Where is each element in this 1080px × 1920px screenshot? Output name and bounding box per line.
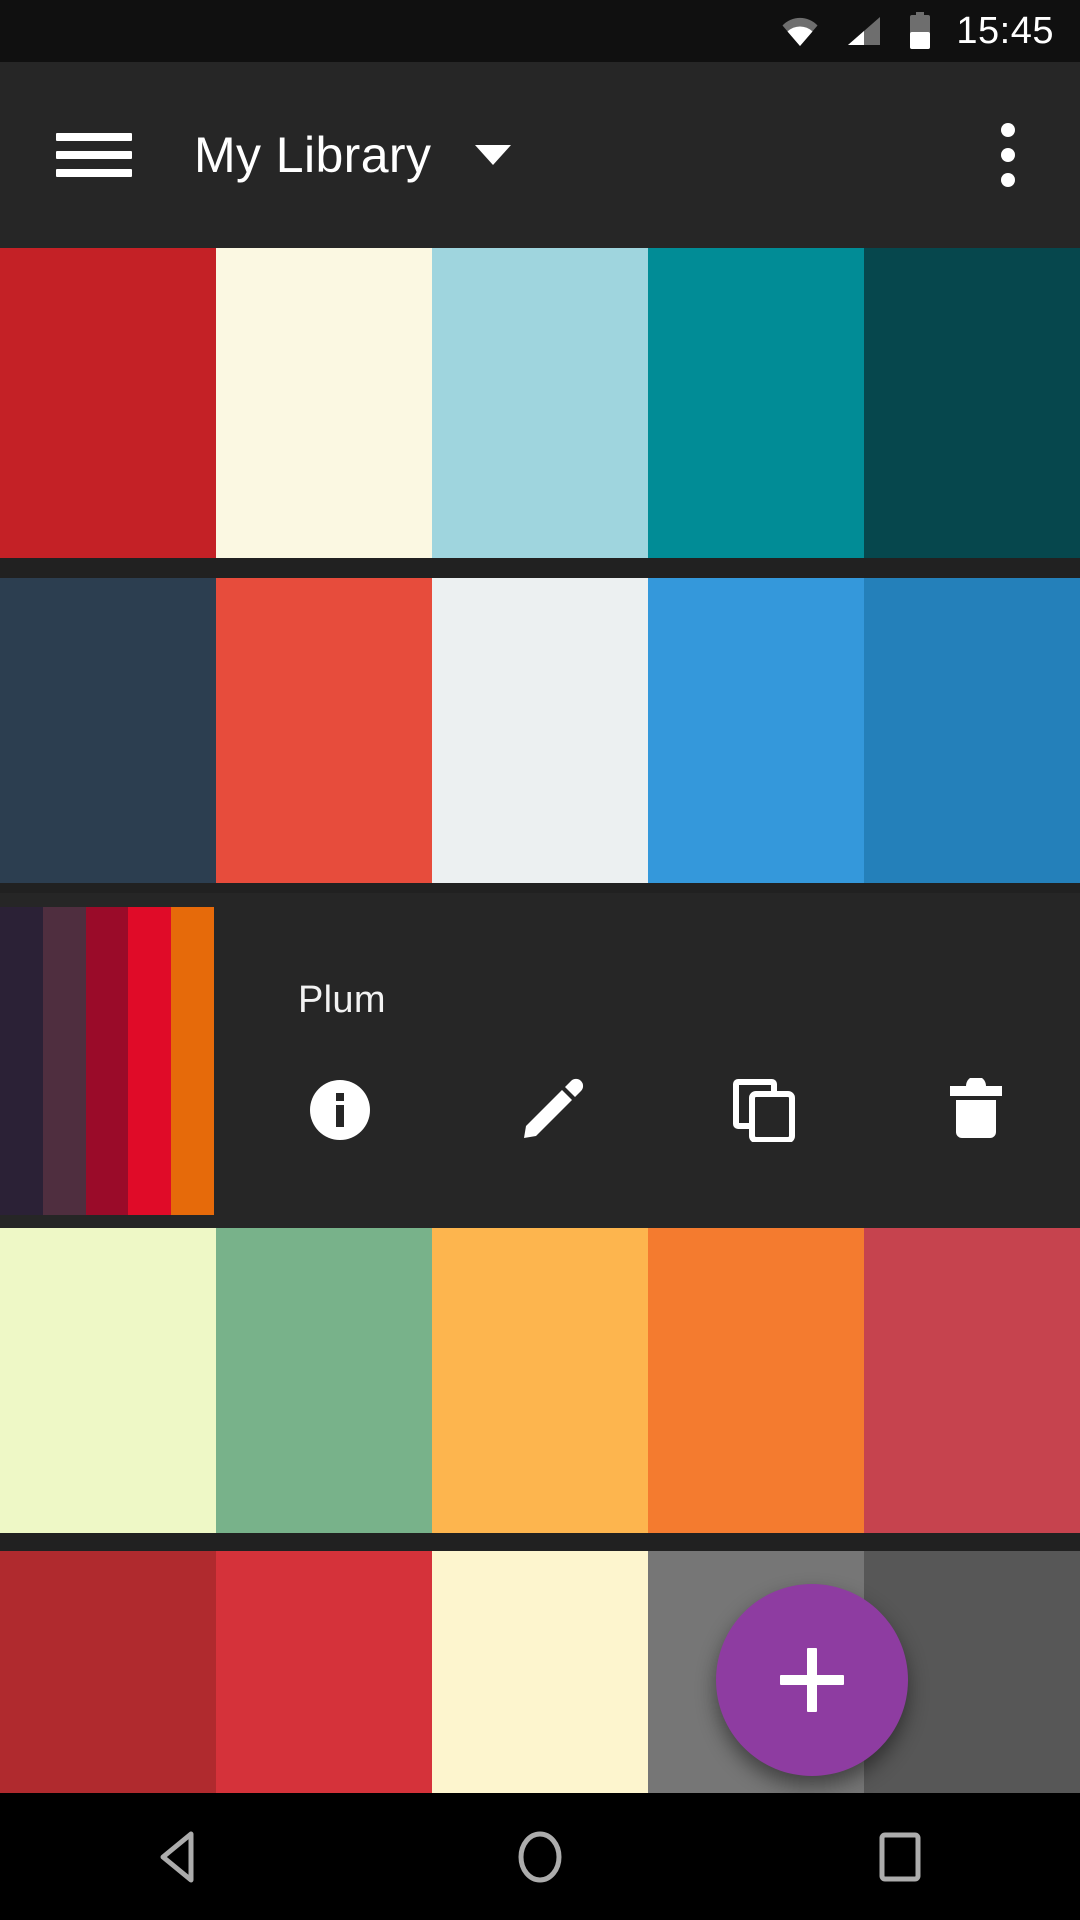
- battery-icon: [908, 12, 932, 50]
- palette-list: Plum: [0, 248, 1080, 1793]
- nav-back-button[interactable]: [110, 1793, 250, 1920]
- color-swatch[interactable]: [216, 1551, 432, 1793]
- palette-row-selected[interactable]: Plum: [0, 893, 1080, 1228]
- status-bar-icons: [780, 12, 932, 50]
- color-swatch[interactable]: [42, 906, 86, 1215]
- add-palette-fab[interactable]: [716, 1584, 908, 1776]
- palette-row[interactable]: [0, 1228, 1080, 1533]
- color-swatch[interactable]: [0, 1228, 216, 1533]
- delete-button[interactable]: [922, 1078, 1030, 1142]
- color-swatch[interactable]: [432, 1228, 648, 1533]
- color-swatch[interactable]: [0, 1551, 216, 1793]
- color-swatch[interactable]: [85, 906, 129, 1215]
- color-swatch[interactable]: [216, 248, 432, 558]
- color-swatch[interactable]: [216, 578, 432, 883]
- palette-details: Plum: [214, 893, 1080, 1228]
- nav-recents-button[interactable]: [830, 1793, 970, 1920]
- chevron-down-icon[interactable]: [475, 145, 512, 165]
- palette-row[interactable]: [0, 578, 1080, 883]
- app-bar: My Library: [0, 62, 1080, 248]
- palette-thumbnail[interactable]: [0, 906, 214, 1215]
- duplicate-button[interactable]: [710, 1078, 818, 1142]
- color-swatch[interactable]: [0, 248, 216, 558]
- copy-icon: [733, 1079, 795, 1142]
- color-swatch[interactable]: [864, 578, 1080, 883]
- wifi-icon: [780, 15, 820, 47]
- color-swatch[interactable]: [648, 1228, 864, 1533]
- hamburger-menu-icon[interactable]: [56, 125, 132, 185]
- color-swatch[interactable]: [216, 1228, 432, 1533]
- trash-icon: [950, 1078, 1002, 1138]
- circle-home-icon: [518, 1831, 562, 1882]
- nav-home-button[interactable]: [470, 1793, 610, 1920]
- android-nav-bar: [0, 1793, 1080, 1920]
- square-recents-icon: [879, 1832, 921, 1881]
- color-swatch[interactable]: [0, 906, 43, 1215]
- info-button[interactable]: [286, 1078, 394, 1142]
- plus-icon: [780, 1648, 844, 1712]
- color-swatch[interactable]: [432, 578, 648, 883]
- palette-actions: [298, 1078, 1080, 1142]
- palette-row[interactable]: [0, 1551, 1080, 1793]
- color-swatch[interactable]: [0, 578, 216, 883]
- app-root: 15:45 My Library Plum: [0, 0, 1080, 1920]
- color-swatch[interactable]: [171, 906, 214, 1215]
- color-swatch[interactable]: [128, 906, 172, 1215]
- color-swatch[interactable]: [432, 248, 648, 558]
- more-vertical-icon[interactable]: [980, 119, 1036, 191]
- cellular-signal-icon: [846, 15, 882, 47]
- palette-row[interactable]: [0, 248, 1080, 558]
- status-bar: 15:45: [0, 0, 1080, 62]
- triangle-back-icon: [160, 1831, 194, 1882]
- palette-name: Plum: [298, 979, 386, 1021]
- status-bar-clock: 15:45: [956, 10, 1054, 52]
- color-swatch[interactable]: [864, 248, 1080, 558]
- edit-button[interactable]: [498, 1078, 606, 1142]
- color-swatch[interactable]: [648, 248, 864, 558]
- color-swatch[interactable]: [864, 1228, 1080, 1533]
- color-swatch[interactable]: [648, 578, 864, 883]
- color-swatch[interactable]: [432, 1551, 648, 1793]
- page-title: My Library: [194, 127, 432, 183]
- info-icon: [310, 1080, 370, 1140]
- pencil-icon: [524, 1078, 584, 1138]
